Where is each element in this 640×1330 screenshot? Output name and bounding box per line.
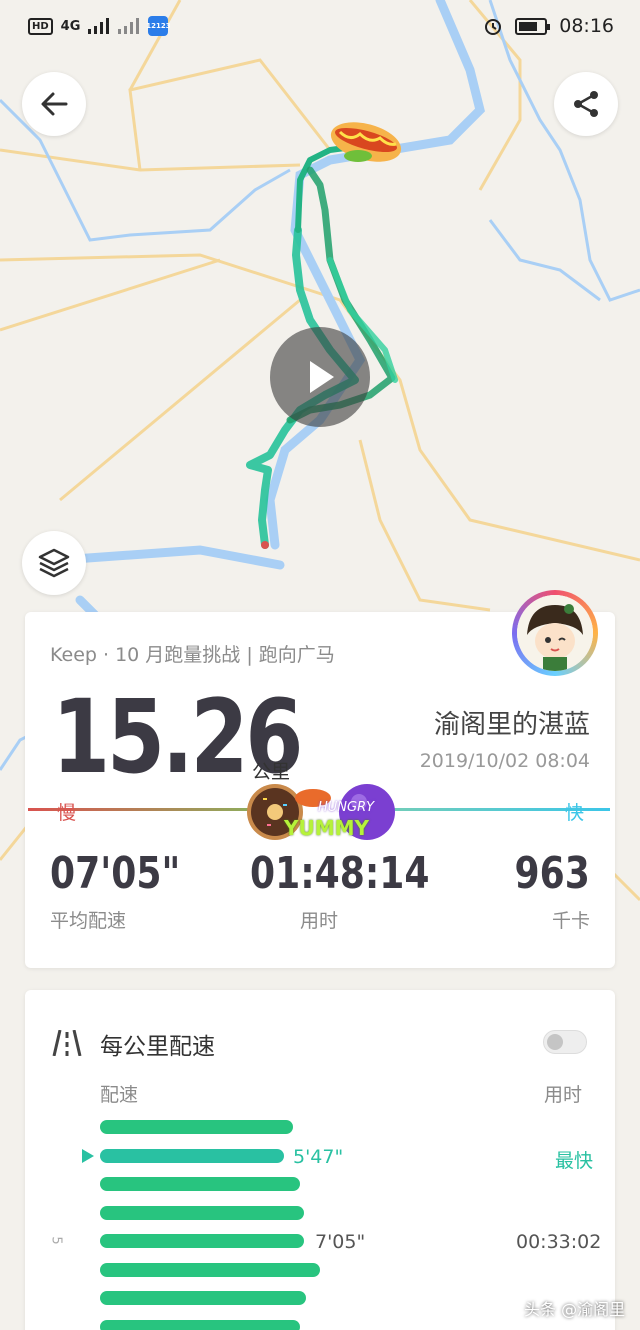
split-bar bbox=[100, 1291, 306, 1305]
pace-slow-label: 慢 bbox=[57, 802, 77, 824]
avg-pace-label: 平均配速 bbox=[50, 910, 127, 932]
status-right: 08:16 bbox=[483, 15, 614, 37]
calories-value: 963 bbox=[514, 848, 590, 899]
yummy-sticker-text: YUMMY bbox=[284, 816, 370, 840]
network-4g-label: 4G bbox=[60, 18, 81, 34]
pace-splits-icon bbox=[52, 1030, 82, 1056]
back-arrow-icon bbox=[41, 92, 68, 116]
split-bar bbox=[100, 1148, 284, 1163]
fastest-marker-icon bbox=[82, 1149, 94, 1163]
split-bar bbox=[100, 1177, 300, 1191]
layers-icon bbox=[38, 548, 70, 578]
split-bar bbox=[100, 1205, 304, 1220]
play-replay-button[interactable] bbox=[270, 327, 370, 427]
hungry-sticker-text: HUNGRY bbox=[318, 800, 375, 815]
pace-column-header: 配速 bbox=[100, 1084, 139, 1106]
avg-pace-value: 07'05" bbox=[50, 848, 181, 899]
fastest-pace-value: 5'47" bbox=[293, 1146, 344, 1168]
calories-label: 千卡 bbox=[551, 910, 590, 932]
username[interactable]: 渝阁里的湛蓝 bbox=[434, 704, 590, 741]
splits-title: 每公里配速 bbox=[100, 1034, 215, 1060]
hotdog-sticker-icon bbox=[330, 122, 402, 162]
fastest-label: 最快 bbox=[555, 1150, 594, 1172]
signal-icon bbox=[88, 18, 110, 34]
share-icon bbox=[574, 91, 598, 117]
clock-time: 08:16 bbox=[559, 15, 614, 37]
split-bar bbox=[100, 1319, 300, 1330]
split-bar bbox=[100, 1120, 293, 1134]
workout-datetime: 2019/10/02 08:04 bbox=[419, 750, 590, 772]
watermark-text: 头条 @渝阁里 bbox=[524, 1300, 626, 1319]
play-icon bbox=[310, 361, 334, 393]
user-avatar[interactable] bbox=[512, 590, 598, 676]
alarm-icon bbox=[485, 19, 502, 35]
pace-fast-label: 快 bbox=[565, 802, 585, 824]
status-bar: HD 4G 12123 08:16 bbox=[0, 0, 640, 52]
activity-title[interactable]: Keep · 10 月跑量挑战 | 跑向广马 bbox=[50, 640, 335, 667]
avatar-icon bbox=[517, 595, 593, 671]
splits-toggle[interactable] bbox=[543, 1030, 587, 1054]
map-layers-button[interactable] bbox=[22, 531, 86, 595]
signal-icon-2 bbox=[118, 18, 140, 34]
share-button[interactable] bbox=[554, 72, 618, 136]
app-notification-icon: 12123 bbox=[146, 16, 171, 36]
average-pace-marker-value: 7'05" bbox=[315, 1231, 366, 1253]
split-bar bbox=[100, 1262, 320, 1277]
split-time-value: 00:33:02 bbox=[516, 1231, 602, 1253]
status-left: HD 4G 12123 bbox=[28, 16, 171, 36]
battery-icon bbox=[515, 17, 551, 35]
hd-badge: HD bbox=[28, 17, 53, 35]
km-marker: 5 bbox=[48, 1236, 64, 1245]
duration-label: 用时 bbox=[300, 910, 339, 932]
duration-value: 01:48:14 bbox=[250, 848, 430, 899]
back-button[interactable] bbox=[22, 72, 86, 136]
time-column-header: 用时 bbox=[544, 1084, 583, 1106]
split-bar bbox=[100, 1234, 304, 1248]
